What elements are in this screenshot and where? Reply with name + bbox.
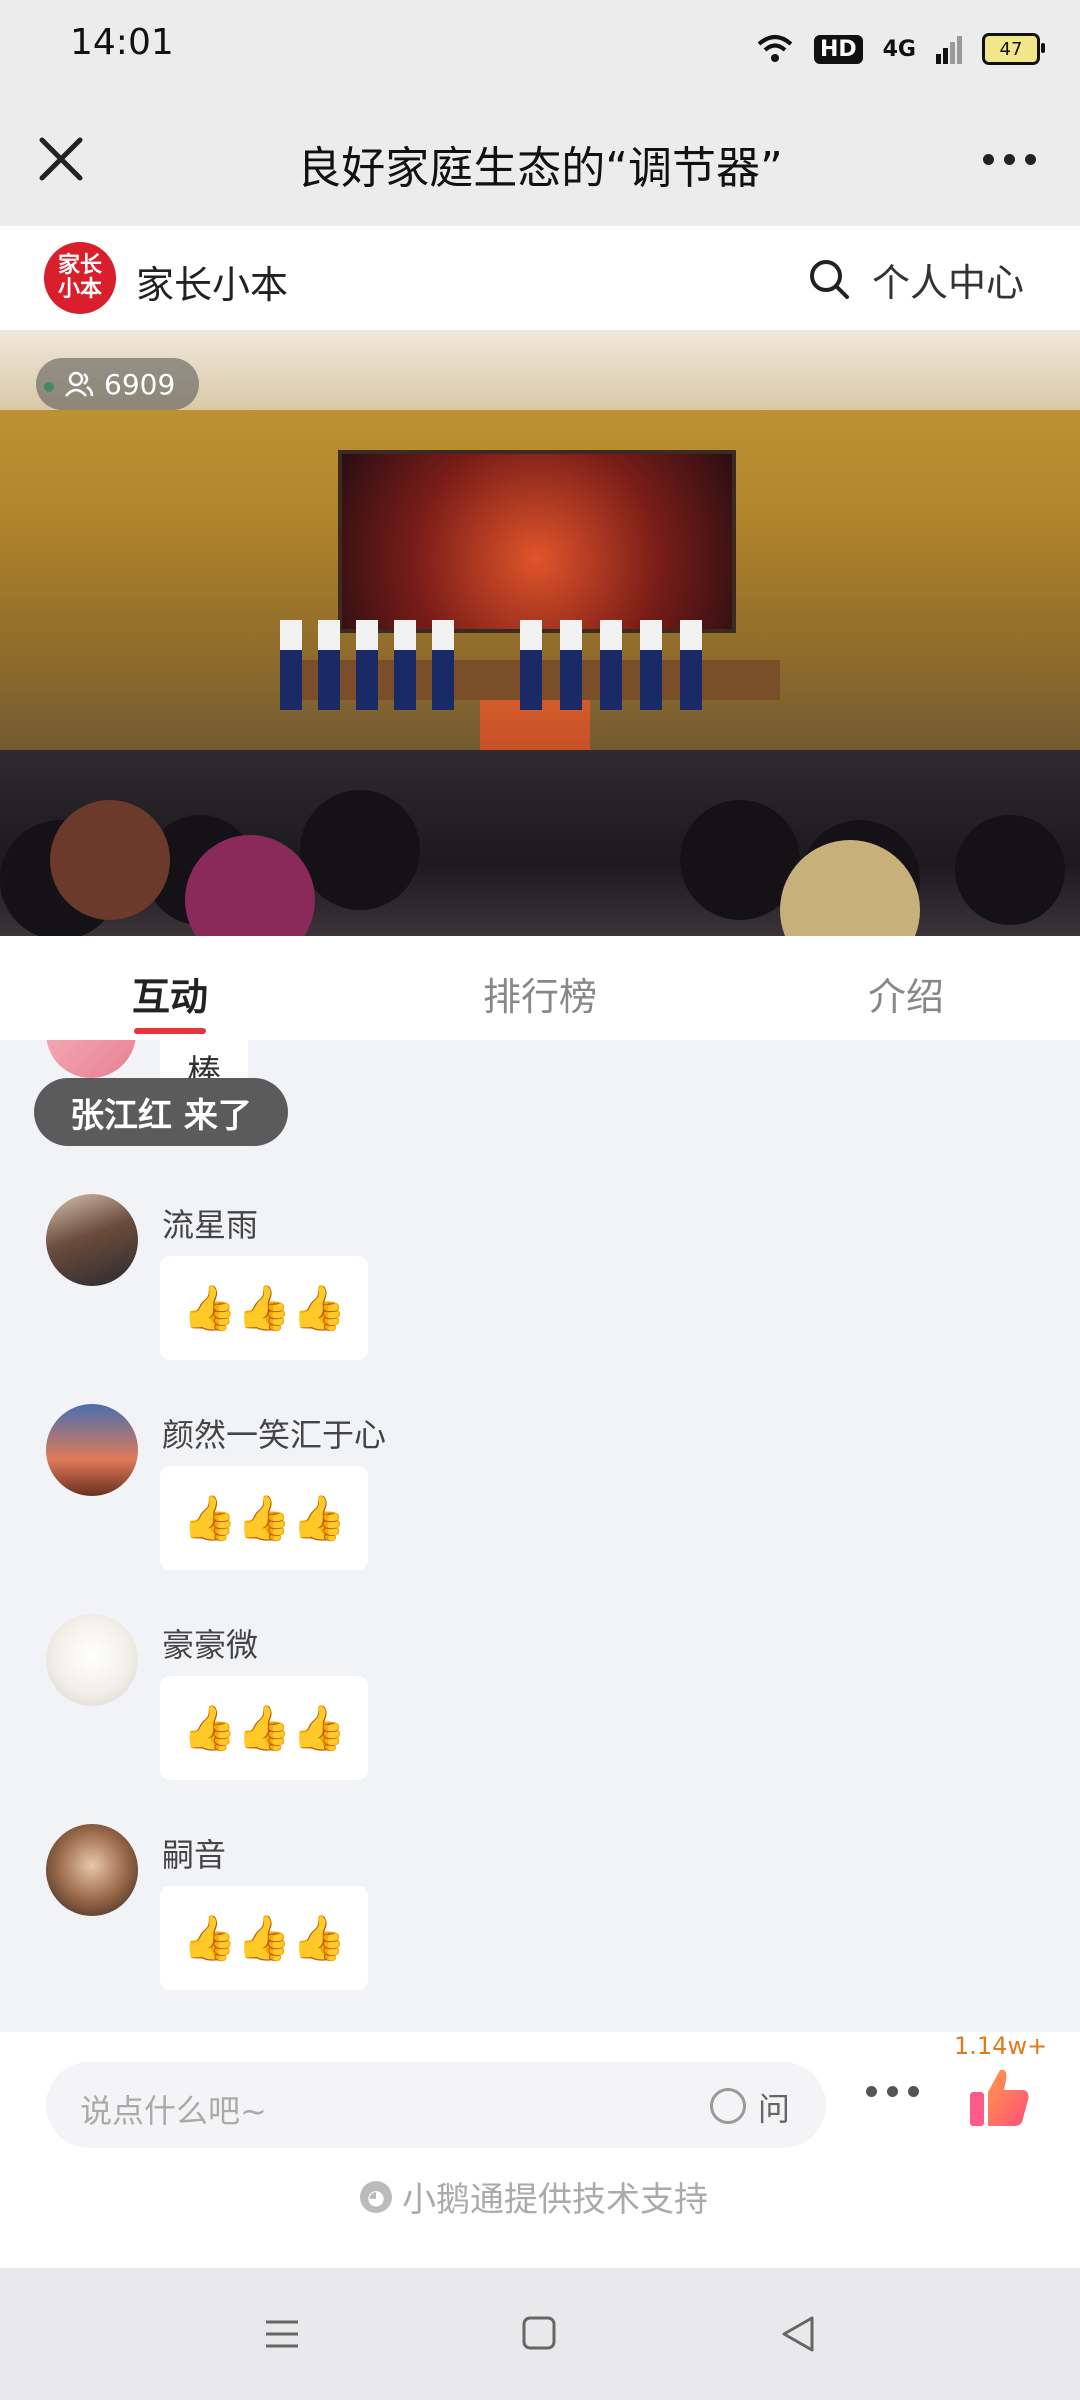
like-count: 1.14w+ [954,2032,1048,2060]
live-video-player[interactable]: 6909 [0,330,1080,936]
tab-ranking[interactable]: 排行榜 [440,966,640,1021]
logo-text: 家长小本 [57,253,102,302]
tab-introduction[interactable]: 介绍 [806,966,1006,1021]
powered-by: ◕ 小鹅通提供技术支持 [360,2172,708,2221]
message-username: 流星雨 [162,1206,259,1244]
message-username: 嗣音 [162,1836,227,1874]
menu-icon [266,2320,298,2348]
signal-icon [936,36,962,64]
comment-bar: 说点什么吧~ 问 1.14w+ ◕ 小鹅通提供技术支持 [0,2032,1080,2268]
search-icon [810,260,849,299]
chat-list[interactable]: 棒 张江红 来了 流星雨 👍👍👍 颜然一笑汇于心 👍👍👍 豪豪微 👍👍👍 嗣音 … [0,1040,1080,2032]
system-nav-bar [0,2268,1080,2400]
xiaoetong-logo-icon: ◕ [360,2180,392,2213]
title-bar: 良好家庭生态的“调节器” [0,96,1080,226]
channel-name[interactable]: 家长小本 [136,254,288,309]
message-username: 颜然一笑汇于心 [162,1416,387,1454]
powered-by-text: 小鹅通提供技术支持 [402,2180,708,2220]
battery-icon: 47 [982,33,1045,65]
more-icon [982,153,994,165]
home-icon [522,2316,556,2350]
message-username: 豪豪微 [162,1626,259,1664]
message-bubble: 👍👍👍 [160,1886,369,1990]
personal-center-link[interactable]: 个人中心 [872,252,1024,307]
close-icon [39,137,83,181]
avatar[interactable] [46,1824,138,1916]
status-icons: HD 4G 47 [756,24,1045,74]
battery-level: 47 [999,38,1023,60]
tab-bar: 互动 排行榜 介绍 [0,936,1080,1040]
back-icon [782,2316,814,2352]
close-button[interactable] [26,124,96,194]
thumbs-up-icon [970,2069,1029,2126]
channel-bar: 家长小本 家长小本 个人中心 [0,226,1080,330]
message-bubble: 👍👍👍 [160,1256,369,1360]
more-button[interactable] [964,124,1054,194]
message-bubble: 👍👍👍 [160,1676,369,1780]
channel-logo[interactable]: 家长小本 [44,242,116,314]
wifi-icon [757,35,793,62]
avatar [46,1040,136,1078]
viewer-count: 6909 [104,367,176,401]
recent-apps-button[interactable] [264,2316,300,2352]
thumbs-up-emoji: 👍👍👍 [182,1493,347,1544]
thumbs-up-emoji: 👍👍👍 [182,1283,347,1334]
avatar[interactable] [46,1404,138,1496]
ask-question-toggle[interactable] [710,2088,746,2124]
viewers-icon [65,371,94,397]
status-time: 14:01 [70,22,174,63]
message-bubble: 👍👍👍 [160,1466,369,1570]
more-icon [866,2086,877,2097]
page-title: 良好家庭生态的“调节器” [297,143,783,194]
active-tab-indicator [134,1028,206,1034]
comment-input[interactable]: 说点什么吧~ 问 [46,2062,826,2148]
network-label: 4G [882,36,916,62]
search-button[interactable] [806,256,852,302]
video-people [0,620,1065,936]
like-button[interactable] [964,2062,1034,2132]
more-options-button[interactable] [866,2086,930,2106]
comment-placeholder: 说点什么吧~ [80,2092,267,2130]
viewer-count-badge: 6909 [36,358,200,410]
thumbs-up-emoji: 👍👍👍 [182,1703,347,1754]
thumbs-up-emoji: 👍👍👍 [182,1913,347,1964]
hd-badge: HD [813,34,863,64]
ask-question-label[interactable]: 问 [758,2084,790,2130]
avatar[interactable] [46,1194,138,1286]
join-notification: 张江红 来了 [34,1078,288,1146]
tab-interaction[interactable]: 互动 [70,966,270,1021]
status-bar: 14:01 HD 4G 47 [0,0,1080,96]
avatar[interactable] [46,1614,138,1706]
home-button[interactable] [522,2316,556,2350]
back-button[interactable] [780,2314,816,2354]
